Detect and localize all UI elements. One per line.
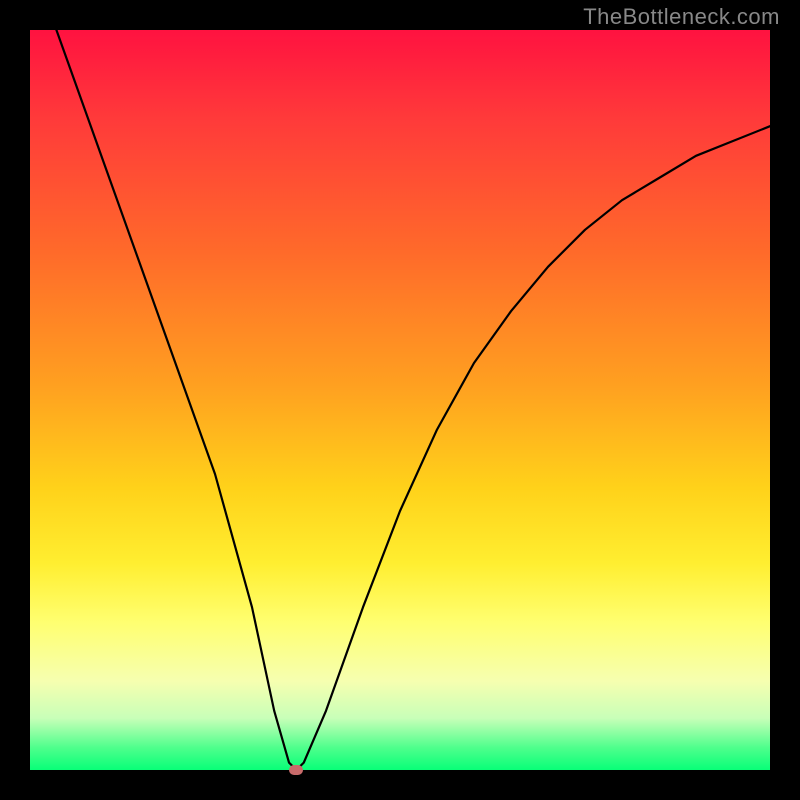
minimum-marker [289,765,303,775]
plot-area [30,30,770,770]
chart-frame: TheBottleneck.com [0,0,800,800]
bottleneck-curve [30,30,770,770]
watermark-text: TheBottleneck.com [583,4,780,30]
